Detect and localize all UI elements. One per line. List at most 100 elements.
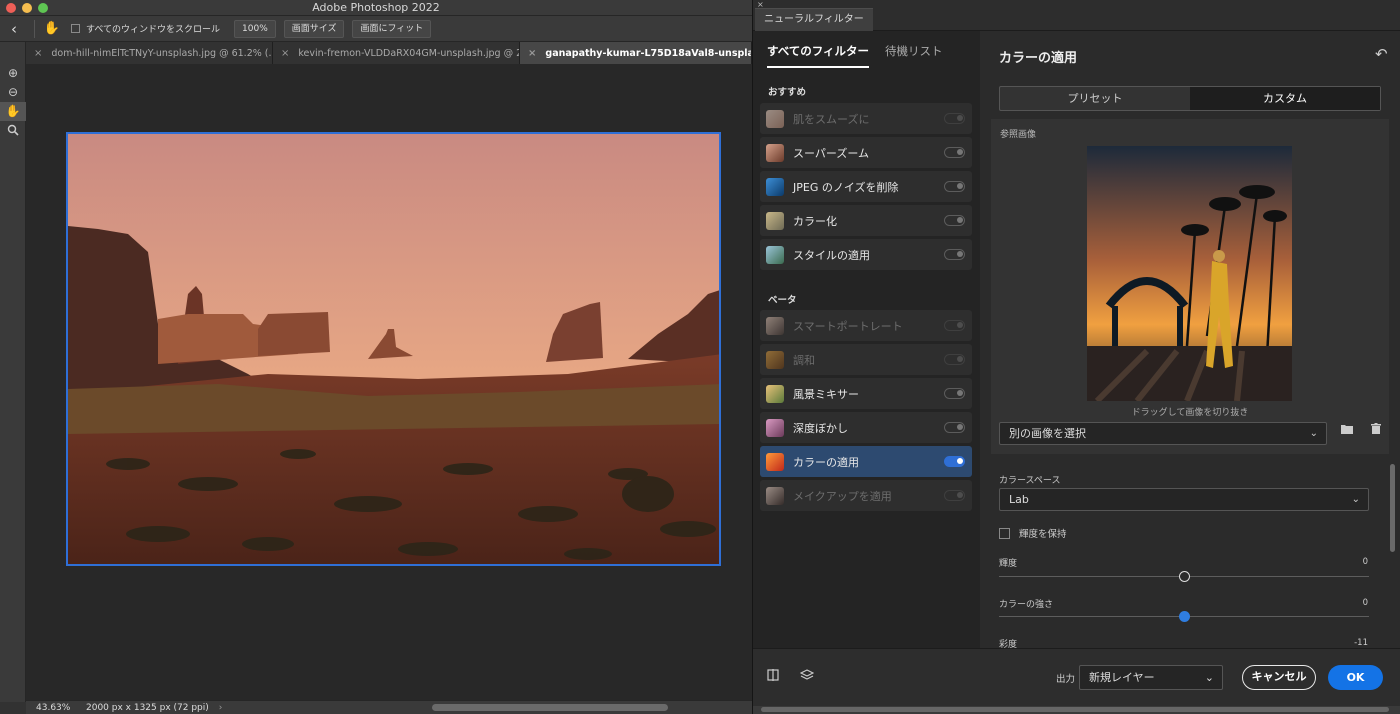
preset-custom-toggle: プリセット カスタム <box>999 86 1381 111</box>
filter-item-color-transfer[interactable]: カラーの適用 <box>760 446 972 477</box>
filter-item-makeup-transfer[interactable]: メイクアップを適用 <box>760 480 972 511</box>
luminance-value: 0 <box>1362 557 1368 567</box>
intensity-slider-knob[interactable] <box>1179 611 1190 622</box>
document-size: 2000 px x 1325 px (72 ppi) <box>86 702 209 713</box>
close-tab-icon[interactable]: × <box>528 48 536 59</box>
ok-button[interactable]: OK <box>1328 665 1383 690</box>
filter-item-harmonization[interactable]: 調和 <box>760 344 972 375</box>
close-tab-icon[interactable]: × <box>281 48 289 59</box>
depth-blur-icon <box>766 418 784 437</box>
filter-toggle[interactable] <box>944 147 965 158</box>
filter-item-super-zoom[interactable]: スーパーズーム <box>760 137 972 168</box>
filter-item-smart-portrait[interactable]: スマートポートレート <box>760 310 972 341</box>
preserve-luminance-label: 輝度を保持 <box>1019 529 1067 540</box>
filter-label: 肌をスムーズに <box>793 112 870 126</box>
super-zoom-icon <box>766 143 784 162</box>
filter-toggle[interactable] <box>944 249 965 260</box>
vertical-scrollbar[interactable] <box>1390 464 1395 552</box>
saturation-value: -11 <box>1354 638 1368 648</box>
document-tab-active[interactable]: × ganapathy-kumar-L75D18aVal8-unsplash.j… <box>520 42 752 64</box>
fill-screen-button[interactable]: 画面にフィット <box>352 19 432 38</box>
colorspace-value: Lab <box>1009 493 1029 506</box>
document-tabs: × dom-hill-nimElTcTNyY-unsplash.jpg @ 61… <box>26 42 752 64</box>
settings-title: カラーの適用 <box>999 51 1078 66</box>
hand-tool-icon[interactable]: ✋ <box>41 21 63 36</box>
filter-toggle[interactable] <box>944 456 965 467</box>
luminance-slider-track[interactable] <box>999 571 1369 582</box>
chevron-right-icon[interactable]: › <box>219 703 223 713</box>
close-tab-icon[interactable]: × <box>34 48 42 59</box>
custom-button[interactable]: カスタム <box>1190 87 1380 110</box>
filter-label: スマートポートレート <box>793 319 903 333</box>
tab-label: ganapathy-kumar-L75D18aVal8-unsplash.jpg… <box>545 47 751 59</box>
filter-toggle[interactable] <box>944 388 965 399</box>
choose-image-dropdown[interactable]: 別の画像を選択 ⌄ <box>999 422 1327 445</box>
tab-label: kevin-fremon-VLDDaRX04GM-unsplash.jpg @ … <box>298 47 520 59</box>
tools-panel: ⊕ ⊖ ✋ <box>0 42 26 702</box>
colorspace-dropdown[interactable]: Lab ⌄ <box>999 488 1369 511</box>
reference-image[interactable] <box>1087 146 1292 401</box>
luminance-label: 輝度 <box>999 559 1018 569</box>
filter-label: カラー化 <box>793 214 837 228</box>
filter-item-depth-blur[interactable]: 深度ぼかし <box>760 412 972 443</box>
document-image[interactable] <box>66 132 721 566</box>
trash-icon[interactable] <box>1371 423 1381 437</box>
bottom-scrollbar <box>753 706 1400 714</box>
filter-item-landscape-mixer[interactable]: 風景ミキサー <box>760 378 972 409</box>
output-dropdown[interactable]: 新規レイヤー ⌄ <box>1079 665 1223 690</box>
style-transfer-icon <box>766 245 784 264</box>
checkbox-box[interactable] <box>999 527 1010 539</box>
filter-label: メイクアップを適用 <box>793 489 892 503</box>
luminance-slider-knob[interactable] <box>1179 571 1190 582</box>
status-bar: 43.63% 2000 px x 1325 px (72 ppi) › <box>26 700 752 714</box>
output-label: 出力 <box>1056 674 1076 685</box>
document-tab[interactable]: × kevin-fremon-VLDDaRX04GM-unsplash.jpg … <box>273 42 520 64</box>
options-bar: ‹ ✋ すべてのウィンドウをスクロール 100% 画面サイズ 画面にフィット <box>0 16 752 42</box>
filter-label: カラーの適用 <box>793 455 859 469</box>
zoom-level[interactable]: 43.63% <box>26 703 76 713</box>
reset-icon[interactable]: ↶ <box>1375 45 1388 63</box>
filter-toggle[interactable] <box>944 215 965 226</box>
fit-screen-button[interactable]: 画面サイズ <box>283 19 345 38</box>
back-icon[interactable]: ‹ <box>0 20 28 38</box>
filter-toggle[interactable] <box>944 181 965 192</box>
color-transfer-icon <box>766 452 784 471</box>
zoom-in-icon[interactable]: ⊕ <box>0 64 26 83</box>
scrollbar-thumb[interactable] <box>761 707 1389 712</box>
document-tab[interactable]: × dom-hill-nimElTcTNyY-unsplash.jpg @ 61… <box>26 42 273 64</box>
scroll-all-windows-checkbox[interactable]: すべてのウィンドウをスクロール <box>71 22 220 35</box>
filter-item-colorize[interactable]: カラー化 <box>760 205 972 236</box>
filter-item-jpeg-artifacts[interactable]: JPEG のノイズを削除 <box>760 171 972 202</box>
filter-toggle[interactable] <box>944 354 965 365</box>
canvas-area[interactable] <box>26 64 752 700</box>
filter-item-skin-smoothing[interactable]: 肌をスムーズに <box>760 103 972 134</box>
filter-toggle[interactable] <box>944 422 965 433</box>
horizontal-scrollbar[interactable] <box>432 704 668 711</box>
section-beta: ベータ <box>768 295 797 306</box>
tab-label: dom-hill-nimElTcTNyY-unsplash.jpg @ 61.2… <box>51 47 273 59</box>
zoom-tool-icon[interactable] <box>0 121 26 140</box>
checkbox-box[interactable] <box>71 24 80 33</box>
preview-toggle-icon[interactable] <box>767 669 779 685</box>
neural-filters-tab[interactable]: ニューラルフィルター <box>755 8 873 31</box>
layers-icon[interactable] <box>799 669 815 686</box>
divider <box>34 19 35 38</box>
colorspace-label: カラースペース <box>999 476 1061 486</box>
filter-toggle[interactable] <box>944 113 965 124</box>
zoom-out-icon[interactable]: ⊖ <box>0 83 26 102</box>
tab-all-filters[interactable]: すべてのフィルター <box>767 43 870 68</box>
zoom-100-button[interactable]: 100% <box>234 19 276 38</box>
filter-label: スーパーズーム <box>793 146 870 160</box>
intensity-slider-track[interactable] <box>999 611 1369 622</box>
chevron-down-icon: ⌄ <box>1204 671 1214 684</box>
preserve-luminance-checkbox[interactable]: 輝度を保持 <box>999 526 1067 540</box>
photoshop-window: Adobe Photoshop 2022 ‹ ✋ すべてのウィンドウをスクロール… <box>0 0 1400 714</box>
tab-waitlist[interactable]: 待機リスト <box>885 43 943 68</box>
folder-icon[interactable] <box>1341 423 1353 437</box>
filter-toggle[interactable] <box>944 490 965 501</box>
filter-item-style-transfer[interactable]: スタイルの適用 <box>760 239 972 270</box>
hand-tool-icon[interactable]: ✋ <box>0 102 26 121</box>
filter-toggle[interactable] <box>944 320 965 331</box>
preset-button[interactable]: プリセット <box>1000 87 1190 110</box>
cancel-button[interactable]: キャンセル <box>1242 665 1316 690</box>
